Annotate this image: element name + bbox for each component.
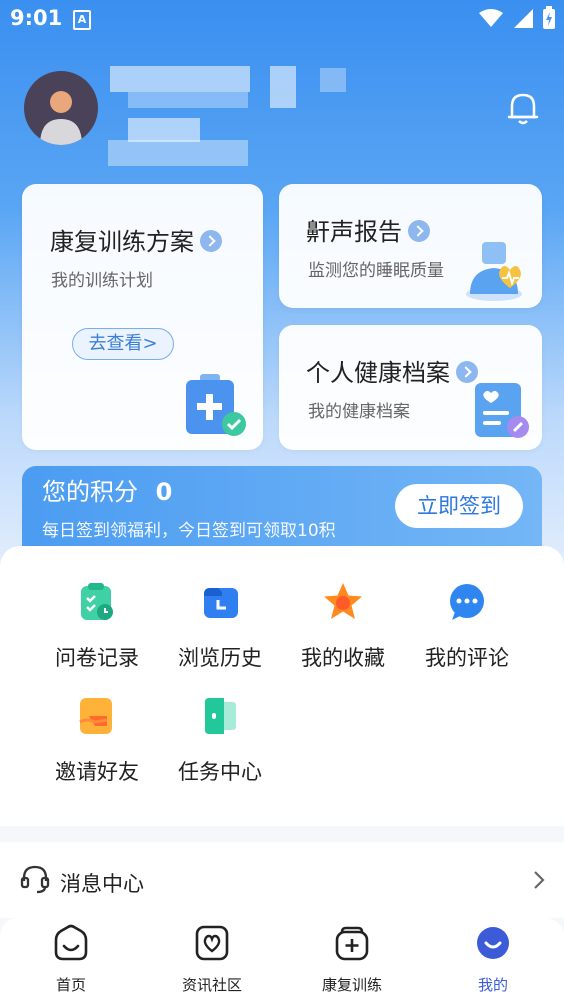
rehab-plan-subtitle: 我的训练计划 — [51, 271, 153, 291]
tab-label: 我的 — [477, 976, 508, 994]
chevron-right-icon — [200, 230, 222, 252]
view-plan-button[interactable]: 去查看> — [72, 328, 174, 360]
health-file-card[interactable]: 个人健康档案 我的健康档案 — [279, 325, 542, 450]
status-icons — [478, 6, 556, 30]
status-time: 9:01 — [10, 6, 63, 30]
grid-item-favorites[interactable]: 我的收藏 — [283, 582, 403, 672]
doctor-heart-icon — [466, 242, 522, 301]
grid-label: 问卷记录 — [55, 646, 139, 670]
tab-label: 首页 — [55, 976, 86, 994]
task-icon — [205, 698, 236, 734]
grid-label: 任务中心 — [178, 760, 262, 784]
points-value: 0 — [155, 478, 173, 506]
chevron-right-icon — [456, 361, 478, 383]
chevron-right-icon — [408, 220, 430, 242]
points-description: 每日签到领福利，今日签到可领取10积 — [42, 521, 336, 541]
grid-item-history[interactable]: 浏览历史 — [160, 582, 280, 672]
tab-profile[interactable]: 我的 — [443, 924, 543, 995]
health-record-icon — [475, 383, 529, 438]
community-icon — [195, 925, 229, 961]
comment-icon — [450, 584, 484, 620]
grid-label: 我的收藏 — [301, 646, 385, 670]
avatar[interactable] — [24, 71, 98, 145]
wifi-icon — [479, 9, 503, 27]
snore-report-subtitle: 监测您的睡眠质量 — [308, 261, 444, 281]
grid-label: 我的评论 — [425, 646, 509, 670]
tab-label: 康复训练 — [321, 976, 382, 994]
health-file-title: 个人健康档案 — [306, 359, 450, 387]
tab-rehab[interactable]: 康复训练 — [302, 924, 402, 995]
battery-icon — [543, 6, 555, 29]
headset-icon — [20, 865, 50, 894]
bell-icon[interactable] — [506, 90, 540, 126]
star-icon — [324, 583, 362, 619]
tab-community[interactable]: 资讯社区 — [162, 924, 262, 995]
rehab-plan-title: 康复训练方案 — [50, 228, 194, 256]
profile-icon — [477, 927, 509, 959]
sign-in-button[interactable]: 立即签到 — [395, 484, 523, 528]
chevron-right-icon — [534, 871, 545, 889]
grid-item-tasks[interactable]: 任务中心 — [160, 696, 280, 786]
rehab-icon — [335, 926, 369, 961]
status-bar: 9:01 A — [0, 0, 564, 40]
clipboard-icon — [81, 583, 113, 620]
history-icon — [204, 588, 238, 618]
tab-home[interactable]: 首页 — [21, 924, 121, 995]
home-icon — [54, 924, 88, 961]
grid-label: 浏览历史 — [178, 646, 262, 670]
feature-panel: 问卷记录 浏览历史 我的收藏 我的评论 邀请好友 任务中心 — [0, 546, 564, 826]
invite-icon — [79, 698, 112, 734]
grid-item-questionnaire[interactable]: 问卷记录 — [37, 582, 157, 672]
grid-item-comments[interactable]: 我的评论 — [407, 582, 527, 672]
tab-label: 资讯社区 — [181, 976, 242, 994]
rehab-plan-card[interactable]: 康复训练方案 我的训练计划 去查看> — [22, 184, 263, 450]
message-center-row[interactable]: 消息中心 — [0, 842, 564, 918]
points-title: 您的积分 0 — [42, 472, 172, 507]
health-file-subtitle: 我的健康档案 — [308, 402, 410, 422]
snore-report-title: 鼾声报告 — [306, 218, 402, 246]
snore-report-card[interactable]: 鼾声报告 监测您的睡眠质量 — [279, 184, 542, 308]
user-silhouette-icon — [40, 91, 82, 145]
notification-icon: A — [73, 10, 91, 30]
grid-label: 邀请好友 — [55, 760, 139, 784]
grid-item-invite[interactable]: 邀请好友 — [37, 696, 157, 786]
bottom-tab-bar: 首页 资讯社区 康复训练 我的 — [0, 918, 564, 1004]
signal-icon — [514, 9, 533, 28]
points-label: 您的积分 — [42, 478, 138, 506]
medical-kit-icon — [186, 374, 246, 436]
message-center-label: 消息中心 — [60, 872, 144, 896]
